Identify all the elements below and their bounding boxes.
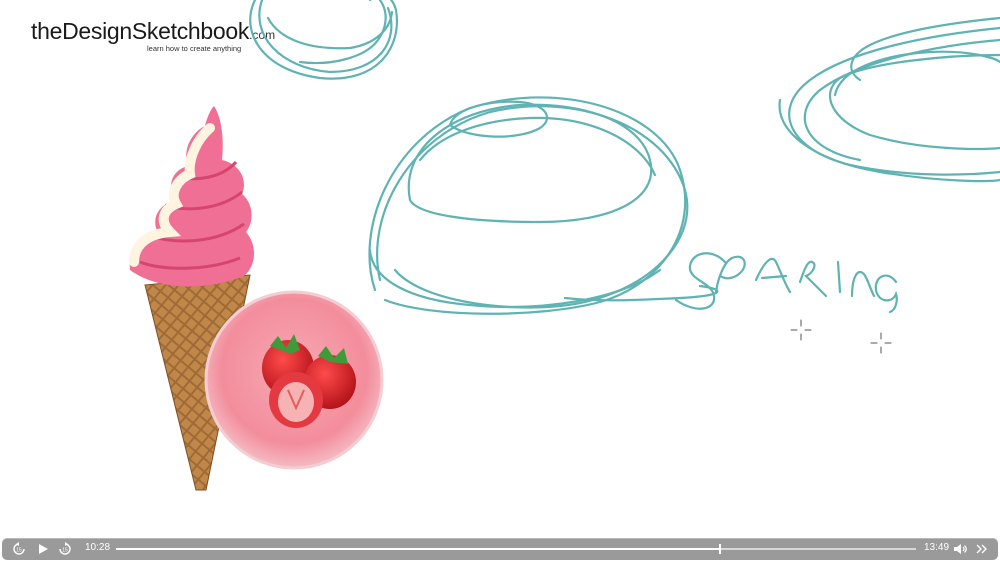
forward-15-button[interactable]: 15 xyxy=(56,538,74,560)
forward-15-icon: 15 xyxy=(59,542,71,555)
seek-bar-progress xyxy=(116,548,720,550)
seek-bar[interactable] xyxy=(116,544,916,554)
volume-icon xyxy=(953,544,967,554)
play-icon xyxy=(39,544,48,554)
play-button[interactable] xyxy=(34,538,52,560)
svg-text:15: 15 xyxy=(62,548,68,554)
remaining-time: 13:49 xyxy=(924,542,950,553)
video-player-controls: 15 15 10:28 13:49 xyxy=(2,538,998,560)
rewind-15-button[interactable]: 15 xyxy=(10,538,28,560)
seek-bar-handle[interactable] xyxy=(719,544,721,554)
volume-button[interactable] xyxy=(950,538,970,560)
drawing-canvas[interactable]: theDesignSketchbook.com learn how to cre… xyxy=(0,0,1000,537)
ice-cream-cone-image xyxy=(129,106,384,491)
rewind-15-icon: 15 xyxy=(13,542,25,555)
elapsed-time: 10:28 xyxy=(85,542,111,553)
svg-text:15: 15 xyxy=(16,548,22,554)
skip-forward-button[interactable] xyxy=(972,538,992,560)
skip-forward-icon xyxy=(976,544,987,554)
